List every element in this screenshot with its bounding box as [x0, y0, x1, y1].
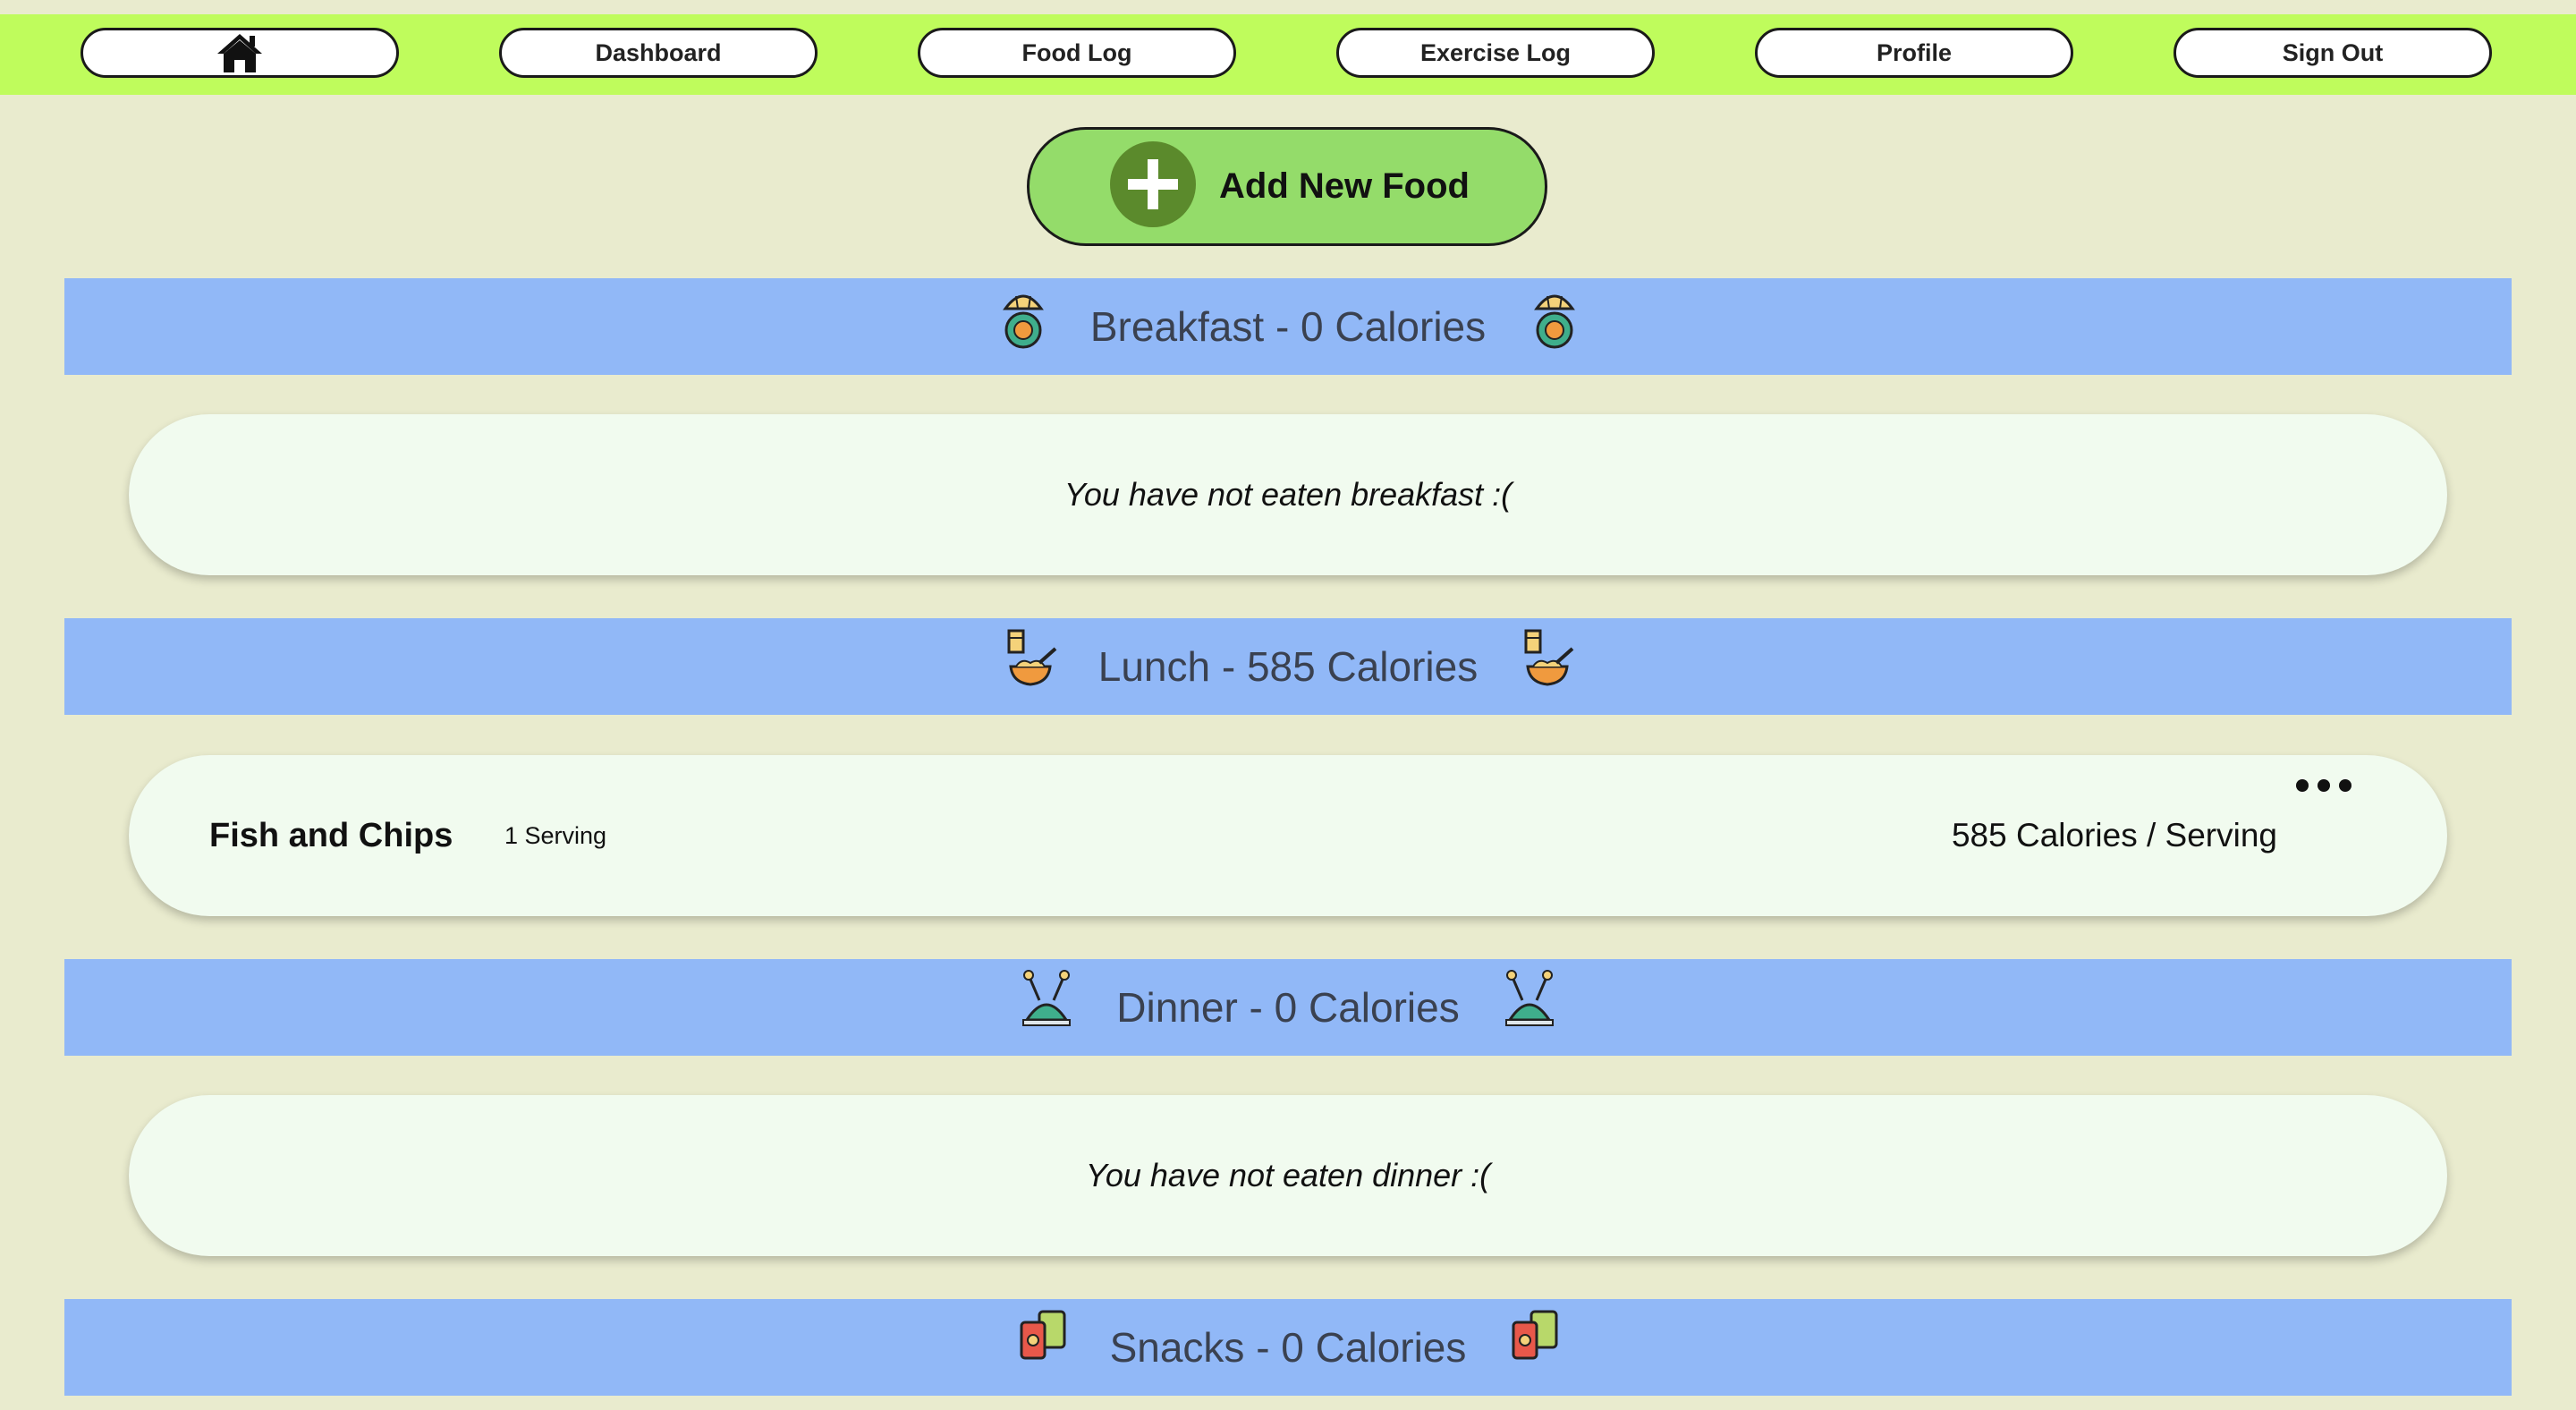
food-entry-calories: 585 Calories / Serving	[1951, 817, 2277, 854]
breakfast-empty-message: You have not eaten breakfast :(	[1063, 476, 1513, 513]
breakfast-icon	[1534, 294, 1575, 349]
breakfast-header: Breakfast - 0 Calories	[64, 278, 2512, 375]
add-new-food-label: Add New Food	[1219, 166, 1470, 206]
dinner-icon	[1022, 970, 1071, 1026]
dinner-title: Dinner - 0 Calories	[1116, 984, 1460, 1031]
snacks-icon	[1020, 1310, 1066, 1360]
breakfast-empty-card: You have not eaten breakfast :(	[129, 414, 2447, 575]
nav-bar: Dashboard Food Log Exercise Log Profile …	[0, 14, 2576, 95]
dinner-icon	[1505, 970, 1554, 1026]
plus-icon	[1110, 141, 1196, 227]
dinner-empty-message: You have not eaten dinner :(	[1085, 1157, 1491, 1193]
add-new-food-button[interactable]: Add New Food	[1027, 127, 1547, 246]
dinner-empty-card: You have not eaten dinner :(	[129, 1095, 2447, 1256]
snacks-header: Snacks - 0 Calories	[64, 1299, 2512, 1396]
more-options-icon[interactable]	[2290, 769, 2358, 802]
nav-exercise-log-button[interactable]: Exercise Log	[1336, 28, 1655, 78]
lunch-icon	[1007, 629, 1057, 686]
nav-profile-button[interactable]: Profile	[1755, 28, 2073, 78]
nav-food-log-button[interactable]: Food Log	[918, 28, 1236, 78]
dinner-header: Dinner - 0 Calories	[64, 959, 2512, 1056]
breakfast-icon	[1003, 294, 1044, 349]
top-strip	[0, 0, 2576, 14]
food-entry-card[interactable]: Fish and Chips 1 Serving 585 Calories / …	[129, 755, 2447, 916]
breakfast-title: Breakfast - 0 Calories	[1089, 303, 1487, 350]
food-entry-name: Fish and Chips	[209, 816, 453, 854]
food-entry-servings: 1 Serving	[504, 821, 607, 849]
lunch-title: Lunch - 585 Calories	[1097, 643, 1479, 690]
nav-sign-out-button[interactable]: Sign Out	[2174, 28, 2492, 78]
home-icon	[217, 34, 262, 72]
snacks-icon	[1512, 1310, 1558, 1360]
snacks-title: Snacks - 0 Calories	[1109, 1324, 1467, 1371]
lunch-header: Lunch - 585 Calories	[64, 618, 2512, 715]
nav-dashboard-button[interactable]: Dashboard	[499, 28, 818, 78]
nav-home-button[interactable]	[80, 28, 399, 78]
lunch-icon	[1524, 629, 1574, 686]
